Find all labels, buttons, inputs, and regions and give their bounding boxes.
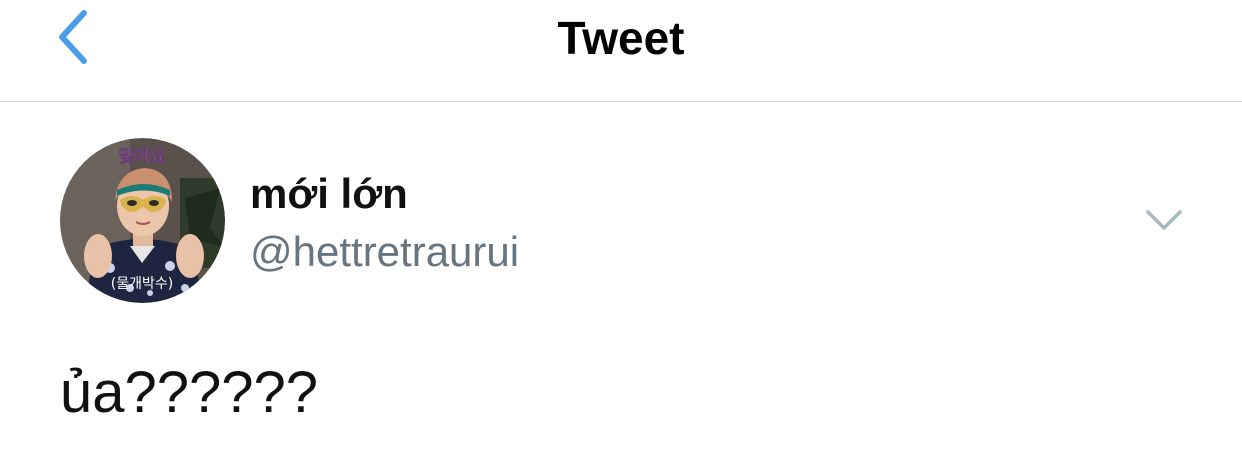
more-options-button[interactable]	[1140, 200, 1188, 240]
avatar-image: 맞아요 (물개박수)	[60, 138, 225, 303]
page-title: Tweet	[557, 12, 685, 64]
navigation-bar: Tweet	[0, 0, 1242, 102]
avatar-caption-bottom: (물개박수)	[111, 276, 173, 292]
author-display-name[interactable]: mới lớn	[250, 168, 408, 220]
tweet-detail-screen: Tweet 맞아요 (물개박수) mới lớn @hettretraurui …	[0, 0, 1242, 454]
chevron-down-icon	[1146, 210, 1182, 230]
avatar-caption-top: 맞아요	[119, 147, 166, 167]
author-handle[interactable]: @hettretraurui	[250, 226, 519, 278]
tweet-text: ủa??????	[60, 360, 319, 425]
avatar[interactable]: 맞아요 (물개박수)	[60, 138, 225, 303]
